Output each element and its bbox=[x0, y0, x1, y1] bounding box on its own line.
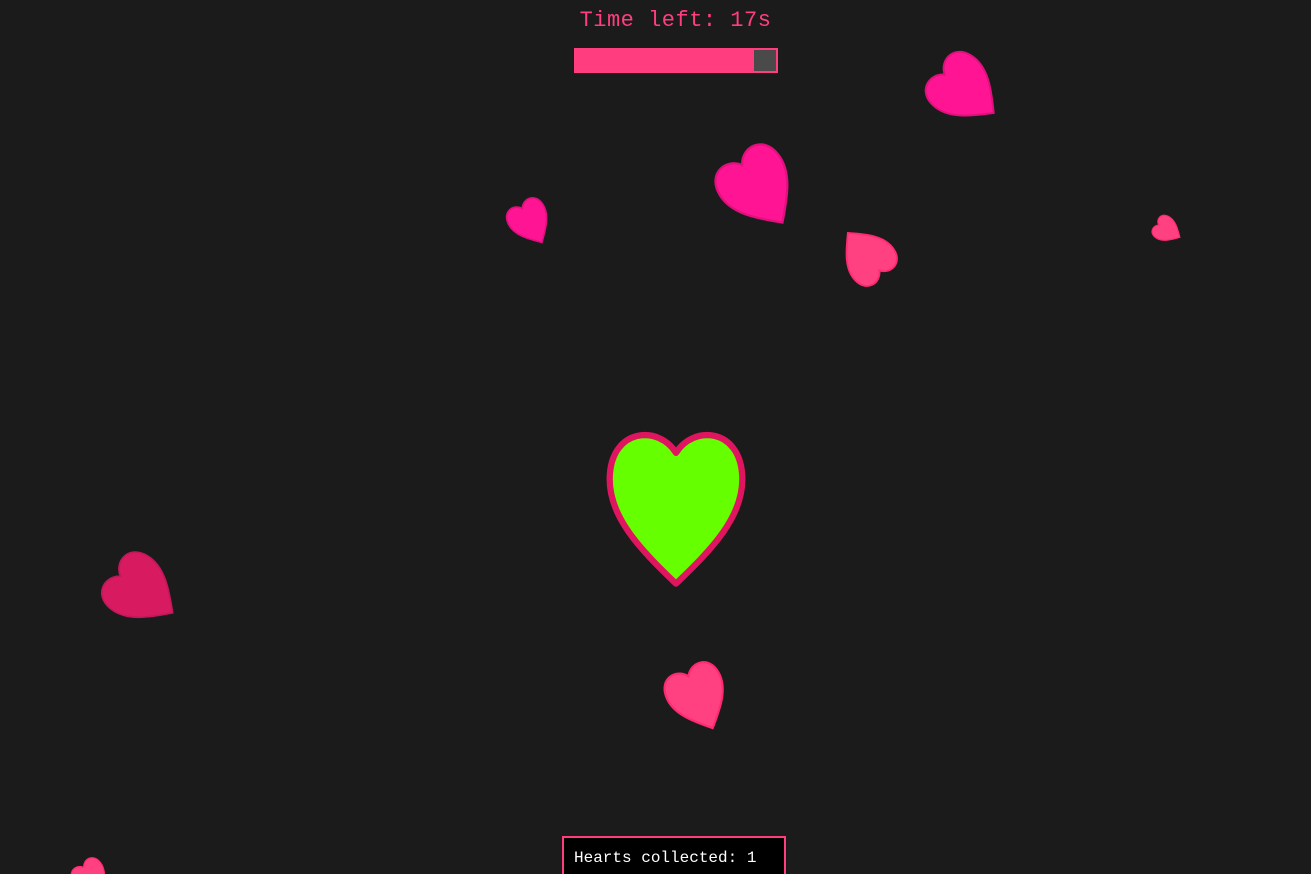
falling-heart-icon bbox=[924, 50, 995, 117]
time-progress-bar bbox=[574, 48, 778, 73]
falling-heart-icon bbox=[845, 231, 898, 287]
falling-heart-icon bbox=[1151, 214, 1181, 241]
player-heart-icon[interactable] bbox=[606, 425, 746, 587]
falling-heart-icon bbox=[663, 661, 724, 730]
falling-heart-icon bbox=[714, 143, 789, 224]
falling-heart-icon bbox=[505, 196, 548, 244]
game-stage[interactable]: Time left: 17s Hearts collected: 1 bbox=[0, 0, 1311, 874]
hearts-collected-counter: Hearts collected: 1 bbox=[562, 836, 786, 874]
falling-heart-icon bbox=[100, 551, 174, 619]
time-progress-fill bbox=[576, 50, 754, 71]
falling-heart-icon bbox=[70, 857, 106, 874]
time-left-label: Time left: 17s bbox=[579, 8, 772, 33]
